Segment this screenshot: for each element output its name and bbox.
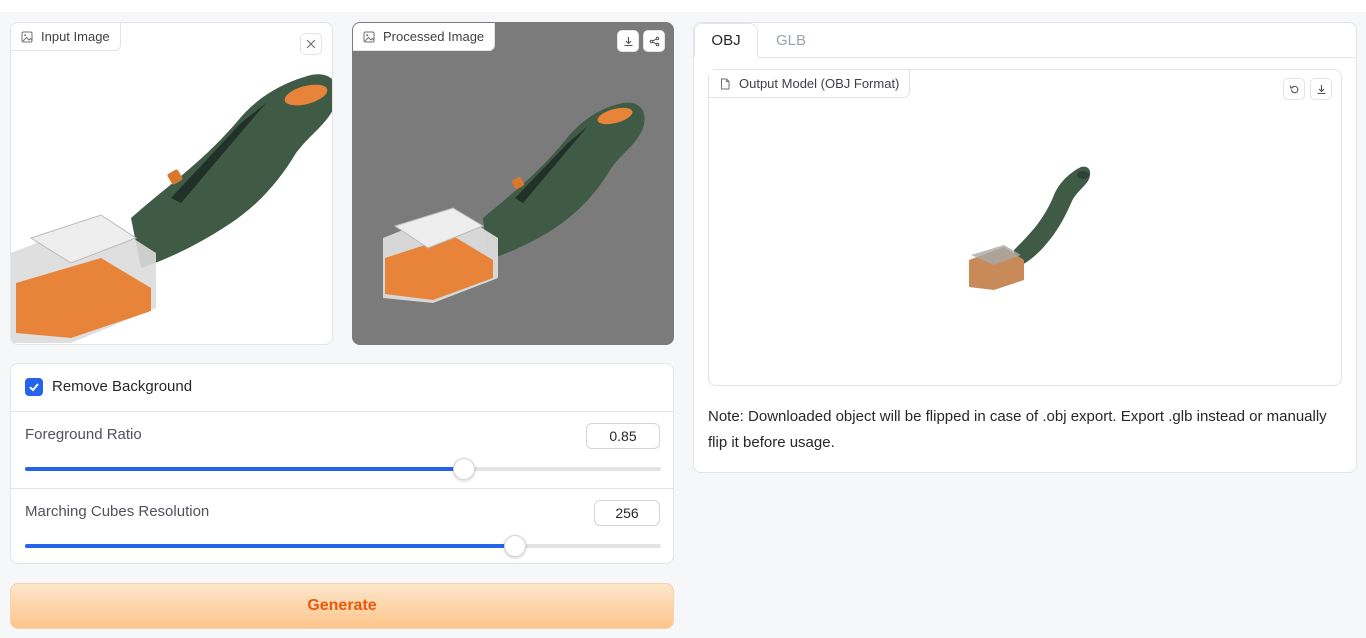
input-image-panel[interactable]: Input Image bbox=[10, 22, 333, 345]
marching-cubes-input[interactable]: 256 bbox=[594, 500, 660, 526]
checkmark-icon bbox=[29, 383, 39, 392]
marching-cubes-row: Marching Cubes Resolution 256 bbox=[11, 488, 673, 565]
processed-image-panel: Processed Image bbox=[352, 22, 674, 345]
foreground-ratio-input[interactable]: 0.85 bbox=[586, 423, 660, 449]
marching-cubes-label: Marching Cubes Resolution bbox=[25, 503, 210, 520]
processed-image-label-text: Processed Image bbox=[383, 29, 485, 44]
marching-cubes-slider[interactable] bbox=[25, 535, 661, 557]
output-tabs: OBJ GLB bbox=[694, 23, 1356, 58]
marching-cubes-fill bbox=[25, 544, 515, 548]
processed-product-image bbox=[383, 102, 645, 303]
tab-divider bbox=[758, 57, 1356, 58]
image-icon bbox=[363, 31, 375, 42]
download-icon bbox=[1317, 84, 1325, 94]
remove-background-row: Remove Background bbox=[11, 364, 673, 411]
model-viewer-label-text: Output Model (OBJ Format) bbox=[739, 76, 900, 91]
output-panel: OBJ GLB Output Model (OBJ Format) Note: … bbox=[693, 22, 1357, 473]
reset-view-button[interactable] bbox=[1283, 78, 1305, 100]
foreground-ratio-thumb[interactable] bbox=[452, 458, 475, 480]
processed-image-label: Processed Image bbox=[353, 23, 496, 51]
model-viewer-label: Output Model (OBJ Format) bbox=[709, 70, 911, 98]
share-icon bbox=[649, 36, 659, 46]
clear-image-button[interactable] bbox=[300, 33, 322, 55]
foreground-ratio-fill bbox=[25, 467, 464, 471]
input-product-image bbox=[11, 74, 332, 343]
file-icon bbox=[721, 78, 730, 89]
download-processed-button[interactable] bbox=[617, 30, 639, 52]
remove-background-checkbox[interactable] bbox=[25, 378, 43, 396]
download-icon bbox=[624, 36, 632, 46]
generate-button[interactable]: Generate bbox=[10, 583, 674, 629]
marching-cubes-thumb[interactable] bbox=[503, 535, 526, 557]
close-icon bbox=[306, 39, 316, 49]
remove-background-label[interactable]: Remove Background bbox=[52, 378, 192, 395]
controls-panel: Remove Background Foreground Ratio 0.85 … bbox=[10, 363, 674, 564]
image-icon bbox=[21, 31, 33, 42]
input-image-label: Input Image bbox=[11, 23, 121, 51]
model-viewer[interactable]: Output Model (OBJ Format) bbox=[708, 69, 1342, 386]
foreground-ratio-label: Foreground Ratio bbox=[25, 426, 142, 443]
input-image-label-text: Input Image bbox=[41, 29, 110, 44]
tab-obj[interactable]: OBJ bbox=[694, 23, 758, 57]
export-note: Note: Downloaded object will be flipped … bbox=[708, 408, 1327, 451]
tab-glb[interactable]: GLB bbox=[758, 23, 824, 57]
foreground-ratio-slider[interactable] bbox=[25, 458, 661, 480]
share-processed-button[interactable] bbox=[643, 30, 665, 52]
foreground-ratio-row: Foreground Ratio 0.85 bbox=[11, 411, 673, 488]
reset-icon bbox=[1289, 84, 1298, 93]
3d-model-preview bbox=[969, 166, 1091, 290]
download-model-button[interactable] bbox=[1310, 78, 1332, 100]
